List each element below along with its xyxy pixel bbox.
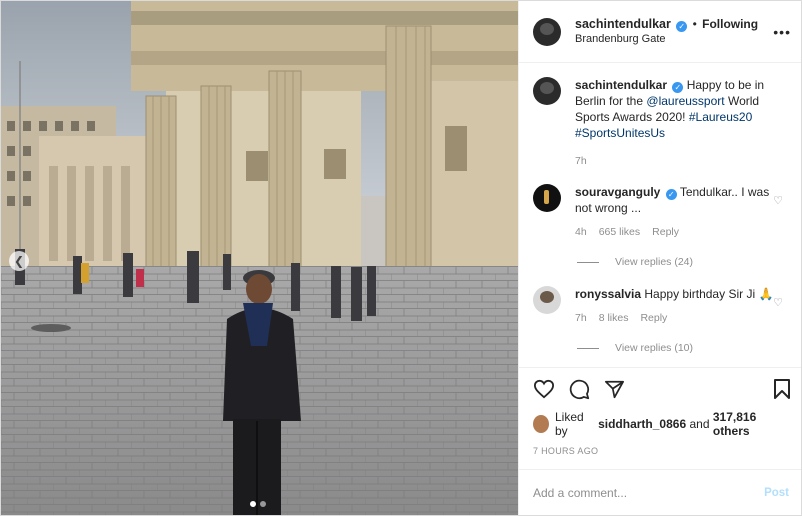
comment-icon[interactable]: [569, 379, 590, 400]
likes-count[interactable]: 317,816 others: [713, 410, 787, 438]
verified-icon: ✓: [665, 189, 677, 200]
mention-link[interactable]: @laureussport: [646, 94, 724, 108]
carousel-dot-2: [260, 501, 266, 507]
carousel-indicator: [250, 501, 266, 507]
action-icons: [533, 376, 787, 402]
verified-icon: ✓: [676, 20, 688, 32]
caption-info: 7h: [575, 153, 775, 169]
comment-time: 4h: [575, 226, 587, 238]
add-comment-bar: Post: [519, 469, 801, 515]
comment-likes[interactable]: 8 likes: [599, 310, 629, 326]
comment-username[interactable]: souravganguly: [575, 185, 660, 199]
reply-button[interactable]: Reply: [652, 224, 679, 240]
add-comment-input[interactable]: [533, 485, 765, 500]
post-comment-button[interactable]: Post: [764, 487, 789, 499]
comment-avatar[interactable]: [533, 286, 561, 314]
liker-username[interactable]: siddharth_0866: [598, 417, 686, 431]
comment-heart-icon[interactable]: ♡: [773, 296, 783, 309]
post-modal: ❮ sachintendulkar ✓ • Following Brandenb…: [0, 0, 802, 516]
post-header: sachintendulkar ✓ • Following Brandenbur…: [519, 1, 801, 63]
more-icon[interactable]: •••: [773, 24, 791, 40]
view-replies-button[interactable]: View replies (10): [577, 342, 787, 354]
caption-text: sachintendulkar ✓ Happy to be in Berlin …: [575, 77, 775, 141]
liker-avatar[interactable]: [533, 415, 549, 433]
post-timestamp: 7 HOURS AGO: [533, 446, 599, 456]
comment-info: 7h 8 likes Reply: [575, 310, 775, 326]
author-meta: sachintendulkar ✓ • Following Brandenbur…: [575, 17, 758, 47]
caption-username[interactable]: sachintendulkar: [575, 78, 667, 92]
comment-body: Happy birthday Sir Ji 🙏: [644, 287, 774, 301]
bookmark-icon[interactable]: [773, 378, 791, 400]
caption-time: 7h: [575, 155, 587, 167]
author-avatar[interactable]: [533, 17, 561, 46]
comment-time: 7h: [575, 312, 587, 324]
comment-info: 4h 665 likes Reply: [575, 224, 775, 240]
comment-heart-icon[interactable]: ♡: [773, 194, 783, 207]
liked-by-and: and: [689, 417, 710, 431]
share-icon[interactable]: [604, 380, 625, 399]
carousel-dot-1: [250, 501, 256, 507]
comment-text: ronyssalvia Happy birthday Sir Ji 🙏: [575, 286, 775, 302]
caption-avatar[interactable]: [533, 77, 561, 105]
post-panel: sachintendulkar ✓ • Following Brandenbur…: [518, 1, 801, 515]
location-link[interactable]: Brandenburg Gate: [575, 32, 758, 47]
previous-photo-button[interactable]: ❮: [9, 251, 29, 271]
chevron-left-icon: ❮: [13, 254, 25, 268]
author-username[interactable]: sachintendulkar: [575, 17, 671, 31]
following-button[interactable]: Following: [702, 17, 758, 31]
comment-text: souravganguly ✓ Tendulkar.. I was not wr…: [575, 184, 775, 216]
comments-list[interactable]: sachintendulkar ✓ Happy to be in Berlin …: [519, 63, 801, 367]
likes-summary: Liked by siddharth_0866 and 317,816 othe…: [533, 410, 787, 438]
comment: ronyssalvia Happy birthday Sir Ji 🙏 7h 8…: [533, 286, 787, 326]
heart-icon[interactable]: [533, 379, 555, 399]
photo-scene: [1, 1, 518, 515]
liked-by-prefix: Liked by: [555, 410, 584, 438]
comment-likes[interactable]: 665 likes: [599, 224, 640, 240]
post-actions: Liked by siddharth_0866 and 317,816 othe…: [519, 367, 801, 469]
verified-icon: ✓: [672, 82, 684, 93]
caption: sachintendulkar ✓ Happy to be in Berlin …: [533, 77, 787, 169]
view-replies-button[interactable]: View replies (24): [577, 256, 787, 268]
comment-username[interactable]: ronyssalvia: [575, 287, 641, 301]
post-photo[interactable]: ❮: [1, 1, 518, 515]
comment: souravganguly ✓ Tendulkar.. I was not wr…: [533, 184, 787, 240]
comment-avatar[interactable]: [533, 184, 561, 212]
reply-button[interactable]: Reply: [640, 310, 667, 326]
separator-dot: •: [692, 16, 697, 31]
